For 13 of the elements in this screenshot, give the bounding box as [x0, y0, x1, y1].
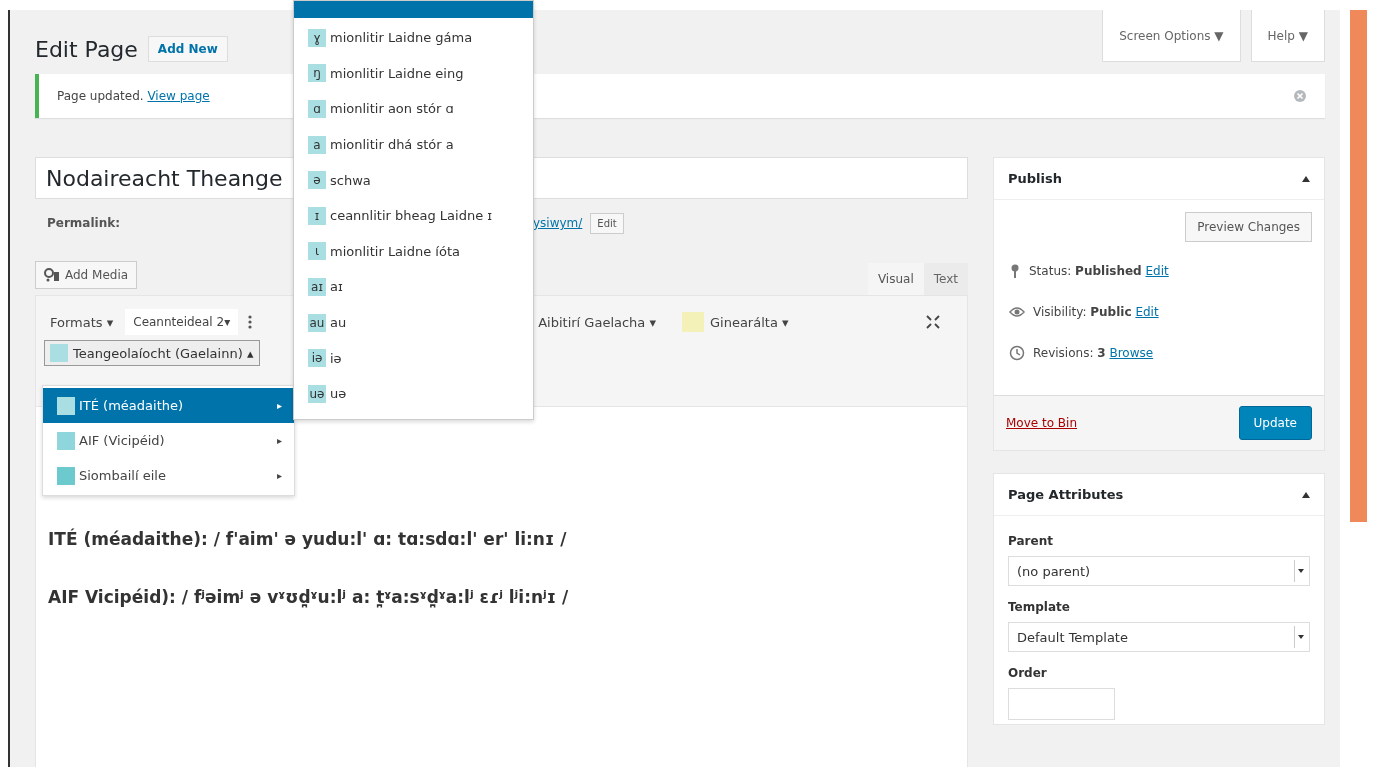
- panel-title: Publish: [1008, 171, 1062, 186]
- content-line: AIF Vicipéid): / fʲəimʲ ə vˠʊd̪ˠu:lʲ a: t̪ˠa:sˠd̪ˠa:lʲ ɛɾʲ lʲi:nʲɪ /: [48, 587, 570, 607]
- content-line: ITÉ (méadaithe): / f'aim' ə yudu:l' ɑ: tɑ:sdɑ:l' er' li:nɪ /: [48, 529, 568, 549]
- panel-title: Page Attributes: [1008, 487, 1124, 502]
- field-label: Order: [1008, 666, 1048, 680]
- notice-text: Page updated. View page: [57, 89, 210, 103]
- publish-info: Visibility: Public Edit: [1033, 304, 1159, 319]
- permalink-label: Permalink:: [47, 216, 120, 230]
- field-label: Template: [1008, 600, 1071, 614]
- page-title: Edit Page: [35, 36, 138, 62]
- field-label: Parent: [1008, 534, 1054, 548]
- publish-info: Status: Published Edit: [1029, 263, 1169, 278]
- publish-info: Revisions: 3 Browse: [1033, 345, 1154, 360]
